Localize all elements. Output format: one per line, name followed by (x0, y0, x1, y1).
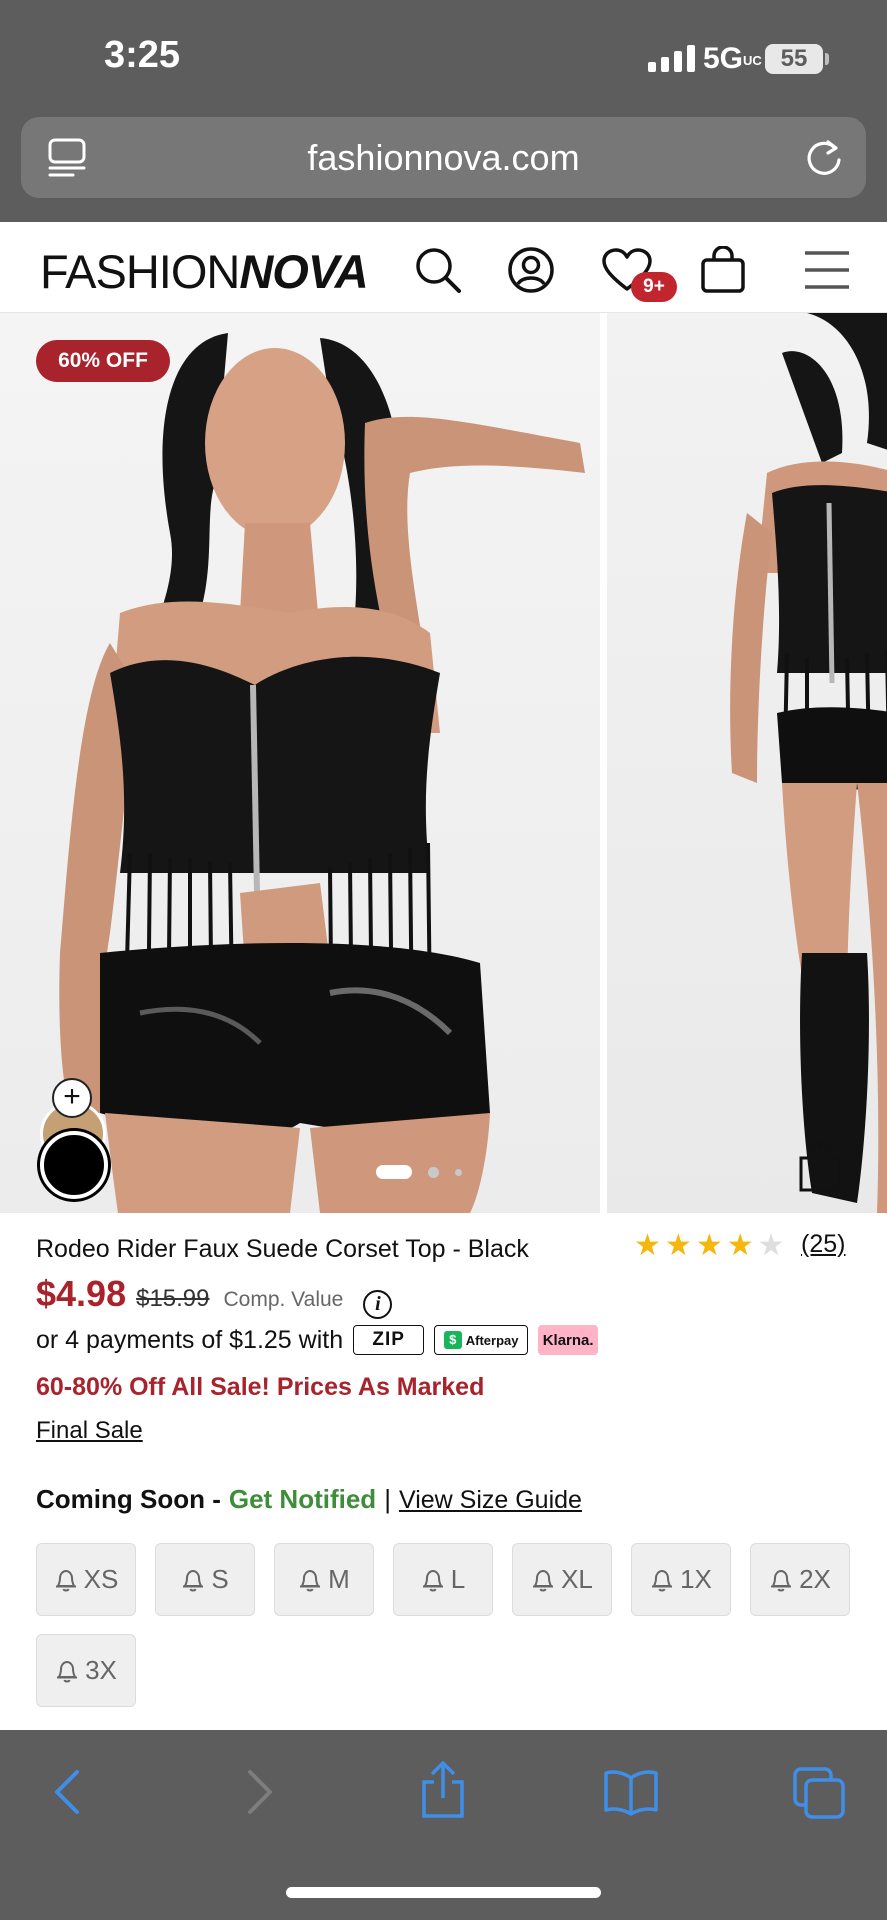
wishlist-count-badge: 9+ (631, 272, 677, 302)
cellular-signal-icon (648, 44, 695, 72)
size-label: L (450, 1564, 466, 1594)
installments-row: or 4 payments of $1.25 with ZIP $ Afterp… (36, 1325, 599, 1355)
size-label: XS (83, 1564, 119, 1594)
size-option-xl[interactable]: XL (512, 1543, 612, 1616)
klarna-logo[interactable]: Klarna. (538, 1325, 599, 1355)
reload-icon[interactable] (804, 136, 844, 178)
bell-icon (55, 1569, 76, 1591)
final-sale-link[interactable]: Final Sale (36, 1417, 143, 1445)
battery-icon: 55 (765, 44, 823, 74)
hamburger-menu-icon[interactable] (804, 250, 850, 290)
rating-stars[interactable]: ★ ★ ★ ★ ★ (634, 1231, 785, 1261)
size-option-1x[interactable]: 1X (631, 1543, 731, 1616)
size-label: S (211, 1564, 229, 1594)
size-option-xs[interactable]: XS (36, 1543, 136, 1616)
fashion-nova-logo[interactable]: FASHIONNOVA (40, 244, 369, 299)
size-label: M (328, 1564, 350, 1594)
pagination-dot[interactable] (455, 1168, 462, 1176)
installments-text: or 4 payments of $1.25 with (36, 1325, 344, 1354)
afterpay-label: Afterpay (465, 1332, 519, 1348)
size-option-3x[interactable]: 3X (36, 1634, 136, 1707)
size-option-l[interactable]: L (393, 1543, 493, 1616)
size-label: 3X (85, 1655, 117, 1685)
comp-value-label: Comp. Value (223, 1288, 344, 1311)
size-label: 2X (799, 1564, 831, 1594)
page: 3:25 5GUC 55 fashionnova.com FASHIONNOVA (0, 0, 887, 1920)
size-label: XL (561, 1564, 593, 1594)
network-type: 5G (703, 42, 744, 75)
share-sheet-icon[interactable] (419, 1760, 467, 1820)
zip-pay-logo[interactable]: ZIP (353, 1325, 425, 1355)
account-icon[interactable] (507, 246, 555, 294)
bell-icon (422, 1569, 443, 1591)
status-time: 3:25 (104, 34, 181, 76)
availability-status: Coming Soon - (36, 1484, 221, 1514)
size-options: XS S M L XL 1X 2X 3X (36, 1543, 866, 1707)
pagination-dot[interactable] (428, 1166, 439, 1178)
logo-text-bold: NOVA (239, 245, 368, 298)
bell-icon (533, 1569, 554, 1591)
bell-icon (57, 1660, 78, 1682)
bell-icon (652, 1569, 673, 1591)
add-swatch-plus-icon[interactable]: + (52, 1078, 92, 1118)
logo-text-light: FASHION (40, 245, 240, 298)
size-label: 1X (680, 1564, 712, 1594)
url-text[interactable]: fashionnova.com (21, 137, 866, 179)
status-bar: 3:25 5GUC 55 (0, 0, 887, 115)
bell-icon (771, 1569, 792, 1591)
star-filled-icon: ★ (726, 1229, 754, 1262)
battery-nub (825, 53, 829, 65)
product-title: Rodeo Rider Faux Suede Corset Top - Blac… (36, 1235, 529, 1263)
view-size-guide-link[interactable]: View Size Guide (399, 1486, 582, 1515)
star-filled-icon: ★ (695, 1229, 723, 1262)
bookmarks-icon[interactable] (603, 1768, 659, 1816)
shopping-bag-icon[interactable] (700, 246, 746, 294)
product-image-next[interactable] (607, 313, 887, 1213)
product-image-gallery[interactable]: 60% OFF + (0, 313, 887, 1213)
original-price: $15.99 (136, 1285, 210, 1312)
network-indicator: 5GUC (703, 42, 762, 76)
color-swatch-black-selected[interactable] (40, 1131, 108, 1199)
star-filled-icon: ★ (634, 1229, 661, 1262)
back-icon[interactable] (50, 1767, 84, 1817)
site-header: FASHIONNOVA (0, 222, 887, 313)
size-option-m[interactable]: M (274, 1543, 374, 1616)
sale-percent-badge: 60% OFF (36, 340, 170, 382)
search-icon[interactable] (414, 246, 462, 294)
availability-row: Coming Soon - Get Notified | View Size G… (36, 1484, 582, 1515)
afterpay-logo[interactable]: $ Afterpay (434, 1325, 529, 1355)
tabs-icon[interactable] (792, 1766, 846, 1820)
bell-icon (300, 1569, 321, 1591)
size-option-s[interactable]: S (155, 1543, 255, 1616)
get-notified-link[interactable]: Get Notified (229, 1484, 376, 1515)
product-image-main[interactable]: 60% OFF + (0, 313, 600, 1213)
pagination-dot-active[interactable] (376, 1165, 412, 1179)
afterpay-mark-icon: $ (443, 1331, 462, 1349)
share-icon[interactable] (795, 1138, 845, 1194)
sale-price: $4.98 (36, 1273, 127, 1314)
model-photo-second (730, 313, 887, 1213)
model-photo (59, 333, 585, 1213)
forward-icon[interactable] (243, 1767, 277, 1817)
network-suffix: UC (743, 52, 762, 68)
size-option-2x[interactable]: 2X (750, 1543, 850, 1616)
star-empty-icon: ★ (757, 1229, 785, 1262)
product-info: Rodeo Rider Faux Suede Corset Top - Blac… (0, 1213, 887, 1730)
info-icon[interactable]: i (363, 1290, 393, 1319)
bell-icon (183, 1569, 204, 1591)
star-filled-icon: ★ (664, 1229, 692, 1262)
review-count-link[interactable]: (25) (801, 1230, 845, 1259)
gallery-pagination (376, 1165, 462, 1179)
price-row: $4.98 $15.99 Comp. Value i (36, 1273, 393, 1319)
home-indicator[interactable] (286, 1887, 601, 1898)
separator: | (384, 1484, 391, 1514)
promo-message: 60-80% Off All Sale! Prices As Marked (36, 1373, 485, 1401)
address-bar[interactable]: fashionnova.com (21, 117, 866, 198)
